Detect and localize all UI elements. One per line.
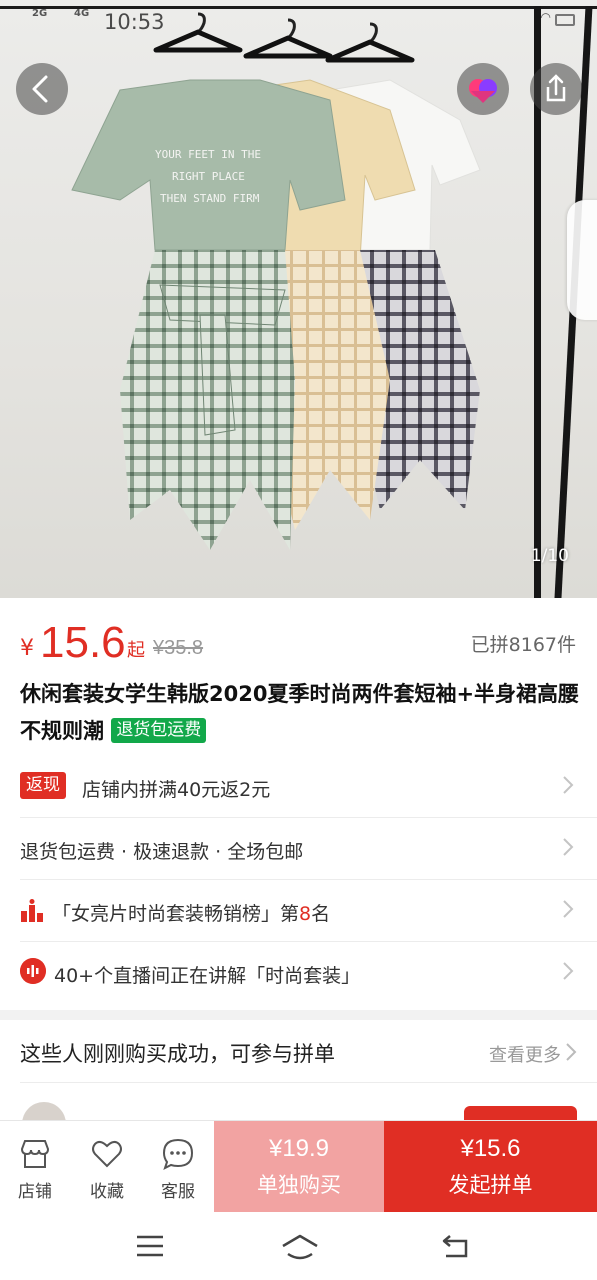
chevron-right-icon (563, 838, 574, 856)
see-more-link[interactable]: 查看更多 (489, 1041, 561, 1067)
status-bar: 2G 4G 10:53 ◠ (0, 0, 597, 44)
product-info-card: ¥ 15.6 起 ¥35.8 已拼8167件 休闲套装女学生韩版2020夏季时尚… (0, 598, 597, 1010)
product-title-text: 休闲套装女学生韩版2020夏季时尚两件套短袖+半身裙高腰不规则潮 (20, 682, 580, 743)
chevron-right-icon (563, 776, 574, 794)
free-return-tag: 退货包运费 (111, 718, 207, 743)
store-icon (20, 1140, 50, 1168)
buy-alone-label: 单独购买 (257, 1173, 341, 1197)
cashback-row[interactable]: 返现 店铺内拼满40元返2元 (20, 756, 597, 818)
store-label: 店铺 (18, 1182, 52, 1202)
chat-bubble-icon (162, 1138, 194, 1170)
customer-service-button[interactable]: 客服 (143, 1121, 213, 1213)
share-icon (546, 74, 566, 102)
cashback-badge: 返现 (20, 772, 66, 799)
price-suffix: 起 (127, 640, 145, 661)
back-icon[interactable] (440, 1232, 470, 1260)
services-text: 退货包运费 · 极速退款 · 全场包邮 (20, 841, 304, 863)
chevron-right-icon (563, 962, 574, 980)
back-button[interactable] (16, 63, 68, 115)
shirt-print-line-3: THEN STAND FIRM (160, 192, 260, 205)
menu-icon[interactable] (134, 1232, 166, 1260)
home-icon[interactable] (280, 1232, 320, 1262)
ranking-text-post: 名 (311, 903, 331, 925)
ranking-row[interactable]: 「女亮片时尚套装畅销榜」第8名 (20, 880, 597, 942)
live-icon (20, 958, 46, 984)
chevron-left-icon (32, 75, 48, 103)
favorite-button[interactable]: 收藏 (72, 1121, 142, 1213)
store-button[interactable]: 店铺 (0, 1121, 70, 1213)
ranking-text-pre: 「女亮片时尚套装畅销榜」第 (52, 903, 300, 925)
ranking-text: 「女亮片时尚套装畅销榜」第8名 (52, 899, 330, 926)
heart-icon (469, 79, 497, 103)
bottom-action-bar: 店铺 收藏 客服 ¥19.9 单独购买 ¥15.6 发起拼单 (0, 1120, 597, 1213)
ranking-icon (21, 899, 43, 922)
sold-count: 已拼8167件 (470, 634, 576, 656)
group-buy-price: ¥15.6 (460, 1135, 521, 1162)
cashback-text: 店铺内拼满40元返2元 (82, 779, 271, 801)
chevron-right-icon (563, 900, 574, 918)
original-price: ¥35.8 (153, 637, 204, 659)
share-button[interactable] (530, 63, 582, 115)
live-row[interactable]: 40+个直播间正在讲解「时尚套装」 (20, 942, 597, 1004)
group-price: 15.6 (40, 618, 126, 667)
product-image-gallery[interactable]: YOUR FEET IN THE RIGHT PLACE THEN STAND … (0, 0, 597, 598)
garment-illustration: YOUR FEET IN THE RIGHT PLACE THEN STAND … (71, 79, 481, 550)
divider (20, 1082, 597, 1083)
system-navigation-bar (0, 1212, 597, 1280)
network-indicator: 2G (32, 8, 48, 19)
image-counter: 1/10 (530, 546, 569, 566)
battery-icon (555, 14, 575, 26)
shirt-print-line-1: YOUR FEET IN THE (155, 148, 261, 161)
buy-alone-button[interactable]: ¥19.9 单独购买 (214, 1121, 384, 1213)
favorite-float-button[interactable] (457, 63, 509, 115)
status-time: 10:53 (104, 10, 165, 34)
shirt-print-line-2: RIGHT PLACE (172, 170, 245, 183)
services-row[interactable]: 退货包运费 · 极速退款 · 全场包邮 (20, 818, 597, 880)
group-section-title: 这些人刚刚购买成功，可参与拼单 (20, 1042, 335, 1066)
network-indicator: 4G (74, 8, 90, 19)
price-row: ¥ 15.6 起 ¥35.8 已拼8167件 (20, 614, 580, 670)
ranking-number: 8 (299, 903, 312, 925)
floating-side-handle[interactable] (567, 200, 597, 320)
buy-alone-price: ¥19.9 (268, 1135, 330, 1162)
favorite-label: 收藏 (90, 1182, 124, 1202)
product-title: 休闲套装女学生韩版2020夏季时尚两件套短袖+半身裙高腰不规则潮 退货包运费 (20, 676, 580, 750)
chevron-right-icon[interactable] (565, 1042, 577, 1062)
start-group-buy-button[interactable]: ¥15.6 发起拼单 (384, 1121, 597, 1213)
wifi-icon: ◠ (540, 10, 551, 24)
group-buy-label: 发起拼单 (448, 1173, 533, 1197)
currency-symbol: ¥ (20, 636, 34, 661)
heart-outline-icon (92, 1140, 122, 1168)
customer-service-label: 客服 (161, 1182, 195, 1202)
live-text: 40+个直播间正在讲解「时尚套装」 (54, 965, 361, 987)
